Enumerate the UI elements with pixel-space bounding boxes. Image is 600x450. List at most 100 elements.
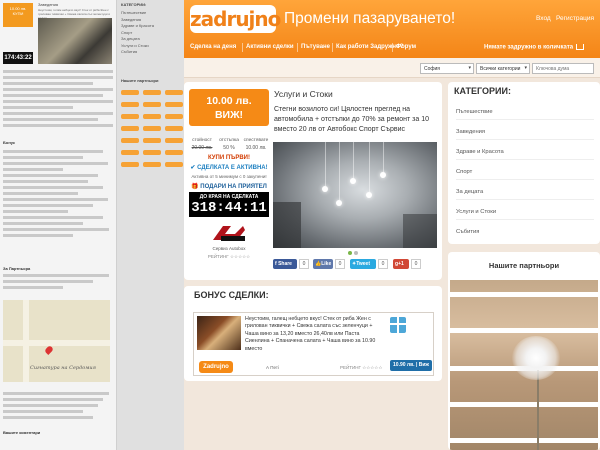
category-health-beauty[interactable]: Здраве и Красота [456,149,586,155]
background-sidebar: КАТЕГОРИИ: Пътешествие Заведения Здраве … [116,0,186,450]
text-line [3,180,88,183]
partner-logo[interactable] [143,126,161,131]
site-logo[interactable]: zadrujno [190,5,281,33]
facebook-like-count: 0 [335,259,345,269]
chevron-down-icon: ▾ [524,65,527,71]
gift-icon[interactable] [390,317,406,333]
category-services-goods[interactable]: Услуги и Стоки [456,209,586,215]
partner-logo[interactable] [143,90,161,95]
category-sport[interactable]: Спорт [456,169,586,175]
search-input[interactable] [532,63,594,74]
rating-label: РЕЙТИНГ [207,254,229,259]
cart-link[interactable]: Нямате задружно в количката [484,44,585,51]
partner-logo[interactable] [165,114,183,119]
partner-logo[interactable] [121,150,139,155]
pager-dot[interactable] [354,251,358,255]
partner-logo[interactable] [121,114,139,119]
nav-active-deals[interactable]: Активни сделки [246,44,294,50]
categories-panel: КАТЕГОРИИ: Пътешествие Заведения Здраве … [448,82,600,244]
text-line [3,174,98,177]
deal-active-label: ✔ СДЕЛКАТА Е АКТИВНА! [189,164,269,171]
nav-travel[interactable]: Пътуване [301,44,330,50]
partner-logo[interactable] [143,138,161,143]
text-line [3,192,78,195]
text-line [3,410,83,413]
partner-logo[interactable] [143,162,161,167]
text-line [3,234,73,237]
partner-logo[interactable] [165,90,183,95]
partner-logo[interactable] [165,102,183,107]
partner-logo[interactable] [121,138,139,143]
nav-how-it-works[interactable]: Как работи Задружно? [336,44,403,50]
partner-logo[interactable] [143,150,161,155]
partner-logo[interactable] [165,138,183,143]
text-line [3,228,109,231]
partners-panel: Нашите партньори [448,252,600,450]
background-category-item[interactable]: Събития [121,49,154,56]
image-stripe [450,328,598,333]
bonus-deal-seller[interactable]: А Петі [266,365,279,370]
nav-forum[interactable]: Форум [396,44,416,50]
divider [456,179,594,180]
gift-friend-label: ПОДАРИ НА ПРИЯТЕЛ [200,184,267,190]
register-link[interactable]: Регистрация [556,15,594,22]
bonus-deal-photo[interactable] [197,316,241,350]
photo-pager[interactable] [347,251,359,257]
partners-banner-image[interactable] [450,280,598,450]
background-category-item[interactable]: Здраве и Красота [121,23,154,30]
partner-logo[interactable] [165,150,183,155]
partner-logo[interactable] [143,102,161,107]
tweet-button[interactable]: ✦Tweet [350,259,376,269]
partner-logo[interactable] [165,162,183,167]
text-line [3,156,83,159]
text-line [3,168,63,171]
gift-icon: 🎁 [191,184,201,190]
text-line [3,198,108,201]
category-kids[interactable]: За децата [456,189,586,195]
partner-logo[interactable] [121,126,139,131]
deal-photo[interactable] [273,142,437,248]
background-price-box[interactable]: 10.00 лв. КУПИ [3,3,33,27]
background-partner-heading: За Партньора [3,266,31,271]
facebook-like-button[interactable]: 👍Like [313,259,333,269]
pager-dot-active[interactable] [348,251,352,255]
facebook-share-label: Share [278,261,292,267]
text-line [3,106,73,109]
text-line [3,274,109,277]
bonus-deal-buy-button[interactable]: 10.90 лв. | Виж [390,360,432,371]
partner-logo[interactable] [121,162,139,167]
site-header: zadrujno Промени пазаруването! Вход Реги… [184,0,600,58]
category-travel[interactable]: Пътешествие [456,109,586,115]
deal-description: Стегни возилото си! Цялостен преглед на … [274,106,429,133]
gplus-label: +1 [398,261,404,267]
text-line [3,118,98,121]
bonus-deal-rating: РЕЙТИНГ ☆☆☆☆☆ [340,365,382,371]
seller-name[interactable]: Сервиз Autobox [189,246,269,251]
price-button[interactable]: 10.00 лв. ВИЖ! [189,89,269,126]
text-line [3,186,103,189]
rating-label: РЕЙТИНГ [340,365,361,370]
partner-logo[interactable] [121,102,139,107]
text-line [3,416,93,419]
rating-stars: ☆☆☆☆☆ [230,254,251,259]
seller-logo[interactable] [209,222,249,244]
gift-friend-button[interactable]: 🎁 ПОДАРИ НА ПРИЯТЕЛ [189,183,269,190]
partner-logo[interactable] [121,90,139,95]
text-line [3,392,109,395]
category-restaurants[interactable]: Заведения [456,129,586,135]
partner-logo[interactable] [143,114,161,119]
gplus-button[interactable]: g+1 [393,259,409,269]
dandelion-stem [537,370,539,450]
seller-rating: РЕЙТИНГ ☆☆☆☆☆ [189,254,269,260]
category-select[interactable]: Всички категории ▾ [476,63,530,74]
text-line [3,112,113,115]
partner-logo[interactable] [165,126,183,131]
city-select[interactable]: София ▾ [420,63,474,74]
rating-stars: ☆☆☆☆☆ [362,365,383,370]
login-link[interactable]: Вход [536,15,551,22]
category-events[interactable]: Събития [456,229,586,235]
background-buy: КУПИ [12,11,24,16]
nav-deal-of-the-day[interactable]: Сделка на деня [190,44,236,50]
bonus-deal-card[interactable]: Неустоим, галещ небцето вкус! Стек от ри… [193,312,434,376]
facebook-share-button[interactable]: f Share [273,259,297,269]
